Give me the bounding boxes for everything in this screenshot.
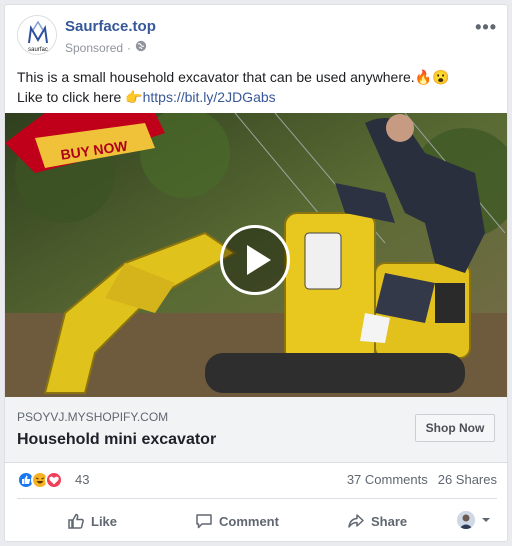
love-reaction-icon — [45, 471, 63, 489]
page-name-link[interactable]: Saurface.top — [65, 18, 156, 35]
ad-post-card: saurfac Saurface.top Sponsored · ••• Thi… — [4, 4, 508, 542]
separator-dot: · — [127, 40, 132, 55]
shares-count[interactable]: 26 Shares — [438, 472, 497, 487]
comments-count[interactable]: 37 Comments — [347, 472, 428, 487]
sponsored-line: Sponsored · — [65, 40, 147, 55]
comment-icon — [196, 514, 212, 529]
play-icon — [247, 245, 271, 275]
play-button[interactable] — [220, 225, 290, 295]
link-preview[interactable]: PSOYVJ.MYSHOPIFY.COM Household mini exca… — [5, 397, 507, 463]
share-icon — [348, 514, 364, 528]
video-thumbnail[interactable]: BUY NOW — [5, 113, 507, 397]
link-domain: PSOYVJ.MYSHOPIFY.COM — [17, 410, 169, 424]
page-avatar[interactable]: saurfac — [17, 15, 57, 55]
share-label: Share — [371, 513, 408, 529]
reaction-count[interactable]: 43 — [75, 472, 89, 487]
post-header: saurfac Saurface.top Sponsored · ••• — [17, 15, 497, 57]
reactions-bar: 43 37 Comments 26 Shares — [17, 469, 497, 491]
engagement-stats: 37 Comments 26 Shares — [347, 472, 497, 487]
action-divider — [17, 498, 497, 499]
avatar-logo-text: saurfac — [28, 47, 48, 53]
post-text-prefix: Like to click here 👉 — [17, 89, 143, 105]
shop-now-button[interactable]: Shop Now — [415, 414, 495, 442]
comment-label: Comment — [219, 513, 279, 529]
more-options-button[interactable]: ••• — [475, 17, 497, 38]
post-message: This is a small household excavator that… — [17, 67, 497, 107]
share-button[interactable]: Share — [347, 512, 407, 530]
viewer-selector[interactable] — [457, 511, 491, 529]
comment-button[interactable]: Comment — [195, 512, 279, 530]
sponsored-label[interactable]: Sponsored — [65, 41, 123, 55]
globe-icon — [135, 40, 147, 55]
post-link[interactable]: https://bit.ly/2JDGabs — [143, 89, 276, 105]
link-headline[interactable]: Household mini excavator — [17, 431, 216, 449]
viewer-avatar — [457, 511, 475, 529]
chevron-down-icon — [482, 518, 490, 522]
action-bar: Like Comment Share — [17, 505, 497, 537]
reaction-icons[interactable] — [17, 471, 63, 489]
like-button[interactable]: Like — [67, 512, 117, 530]
post-text-line-1: This is a small household excavator that… — [17, 69, 450, 85]
like-label: Like — [91, 513, 118, 529]
thumb-up-icon — [68, 513, 84, 529]
post-text-line-2: Like to click here 👉https://bit.ly/2JDGa… — [17, 87, 497, 107]
